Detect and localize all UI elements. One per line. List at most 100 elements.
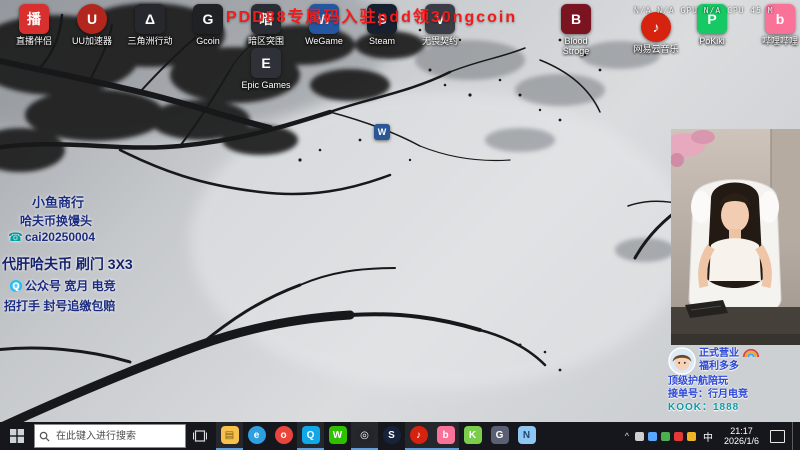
taskbar-app-row: ▤ e o Q W ◎ S ♪ b K G N — [216, 422, 540, 450]
right-promo-block: 正式营业 福利多多 顶级护航陪玩 接单号：行月电竞 KOOK：1888 — [668, 347, 798, 414]
edge-icon: e — [247, 426, 266, 444]
qq-icon: Q — [301, 426, 320, 444]
desktop-icon-uu[interactable]: U UU加速器 — [64, 4, 120, 46]
icon-glyph: B — [570, 11, 582, 27]
music-tray-icon[interactable] — [673, 431, 683, 441]
network-icon[interactable] — [647, 431, 657, 441]
desktop-icon-label: Gcoin — [196, 36, 220, 46]
blood-strike-icon: B — [561, 4, 591, 34]
shop-service: 哈夫币换馒头 — [20, 214, 93, 228]
rainbow-icon — [742, 348, 760, 357]
show-desktop-button[interactable] — [792, 422, 798, 450]
taskbar-app-obs[interactable]: ◎ — [351, 422, 378, 450]
windows-logo-icon — [10, 429, 24, 443]
desktop-icon-label: 直播伴侣 — [15, 36, 52, 46]
task-view-button[interactable] — [186, 422, 214, 450]
taskbar-clock[interactable]: 21:17 2026/1/6 — [720, 426, 763, 446]
desktop-icon-label: 网易云音乐 — [633, 44, 679, 54]
system-tray: ^ 中 21:17 2026/1/6 — [623, 422, 800, 450]
taskbar-app-edge[interactable]: e — [243, 422, 270, 450]
qq-icon: Q — [10, 279, 22, 292]
taskbar-app-notepad[interactable]: N — [513, 422, 540, 450]
taskbar-app-wechat[interactable]: W — [324, 422, 351, 450]
epic-games-icon: E — [251, 48, 281, 78]
official-account-text: 公众号 宽月 电竞 — [25, 279, 116, 293]
icon-glyph: U — [86, 11, 98, 27]
search-input[interactable] — [54, 429, 178, 443]
desktop-icon-label: PoKiki — [699, 36, 725, 46]
clock-time: 21:17 — [730, 426, 753, 436]
hardware-monitor-overlay: N/A N/A GPU N/A CPU 45 M — [634, 6, 774, 15]
left-promo-block: 小鱼商行 哈夫币换馒头 ☎ cai20250004 代肝哈夫币 刷门 3X3 Q公… — [2, 192, 202, 314]
official-account: Q 公众号 宽月 电竞 — [10, 277, 202, 294]
promo-escort-text: 顶级护航陪玩 — [668, 376, 728, 387]
avatar — [668, 347, 696, 375]
desktop-icon-live-companion[interactable]: 播 直播伴侣 — [6, 4, 62, 46]
desktop-icon-label: 暗区突围 — [247, 36, 284, 46]
desktop-icon-label: Epic Games — [241, 80, 291, 90]
icon-glyph: 播 — [27, 11, 41, 27]
promo-order-account: 接单号：行月电竞 — [668, 389, 748, 400]
action-center-icon[interactable] — [770, 429, 785, 443]
boost-service: 代肝哈夫币 刷门 3X3 — [2, 256, 133, 272]
kook-icon: K — [463, 426, 482, 444]
taskbar-app-qq[interactable]: Q — [297, 422, 324, 450]
file-explorer-icon: ▤ — [220, 426, 239, 444]
icon-glyph: Δ — [144, 11, 156, 27]
taskbar-search[interactable] — [34, 424, 186, 448]
taskbar-app-game-launcher[interactable]: G — [486, 422, 513, 450]
search-icon — [39, 431, 50, 442]
update-icon[interactable] — [686, 431, 696, 441]
icon-glyph: b — [775, 11, 785, 27]
file-shortcut-icon: W — [374, 124, 390, 140]
taskbar-app-kook[interactable]: K — [459, 422, 486, 450]
promo-open-text: 正式营业 — [699, 348, 739, 359]
shop-contact: ☎ cai20250004 — [8, 230, 202, 244]
chrome-icon: o — [274, 426, 293, 444]
desktop-icon-blood-strike[interactable]: B Blood Stroge — [552, 4, 600, 56]
announcement-text: PDD88专属码入驻pdd领30ngcoin — [226, 9, 518, 26]
contact-id: cai20250004 — [24, 230, 96, 244]
desktop-icon-label: Blood Stroge — [562, 36, 590, 56]
desktop-icon-file-shortcut[interactable]: W — [370, 124, 394, 140]
taskbar-app-netease-music[interactable]: ♪ — [405, 422, 432, 450]
icon-glyph: W — [377, 127, 387, 137]
desktop-icon-delta-force[interactable]: Δ 三角洲行动 — [122, 4, 178, 46]
monitor-stats: N/A N/A GPU N/A CPU 45 M — [634, 6, 774, 15]
desktop-icon-label: 三角洲行动 — [127, 36, 173, 46]
input-language-indicator[interactable]: 中 — [700, 429, 716, 444]
desktop-icon-label: 哔哩哔哩 — [761, 36, 798, 46]
volume-icon[interactable] — [634, 431, 644, 441]
taskbar-app-steam[interactable]: S — [378, 422, 405, 450]
taskbar-app-bilibili[interactable]: b — [432, 422, 459, 450]
desktop-icon-epic[interactable]: E Epic Games — [238, 48, 294, 90]
taskbar-app-file-explorer[interactable]: ▤ — [216, 422, 243, 450]
taskbar: ▤ e o Q W ◎ S ♪ b K G N ^ 中 21:17 2026/1… — [0, 422, 800, 450]
obs-icon: ◎ — [355, 426, 374, 444]
netease-music-icon: ♪ — [409, 426, 428, 444]
uu-booster-icon: U — [77, 4, 107, 34]
tray-expand-caret-icon[interactable]: ^ — [623, 431, 631, 441]
shop-name: 小鱼商行 — [32, 195, 85, 210]
wechat-icon: W — [328, 426, 347, 444]
webcam-overlay — [671, 129, 800, 345]
desktop-icon-netease-music[interactable]: ♪ 网易云音乐 — [628, 12, 684, 54]
task-view-icon — [193, 430, 207, 442]
promo-benefit-text: 福利多多 — [699, 361, 739, 372]
phone-icon: ☎ — [8, 230, 23, 244]
desktop: N/A N/A GPU N/A CPU 45 M PDD88专属码入驻pdd领3… — [0, 0, 800, 450]
notepad-icon: N — [517, 426, 536, 444]
desktop-icon-label: Steam — [368, 36, 395, 46]
icon-glyph: E — [261, 55, 271, 71]
icon-glyph: G — [202, 11, 214, 27]
webcam-video — [671, 129, 800, 345]
live-companion-icon: 播 — [19, 4, 49, 34]
icon-glyph: ♪ — [652, 19, 660, 35]
desktop-icon-label: UU加速器 — [72, 36, 112, 46]
taskbar-app-chrome[interactable]: o — [270, 422, 297, 450]
clock-date: 2026/1/6 — [723, 436, 759, 446]
security-icon[interactable] — [660, 431, 670, 441]
desktop-icon-label: WeGame — [305, 36, 343, 46]
start-button[interactable] — [0, 422, 34, 450]
desktop-icon-label: 无畏契约 — [421, 36, 458, 46]
